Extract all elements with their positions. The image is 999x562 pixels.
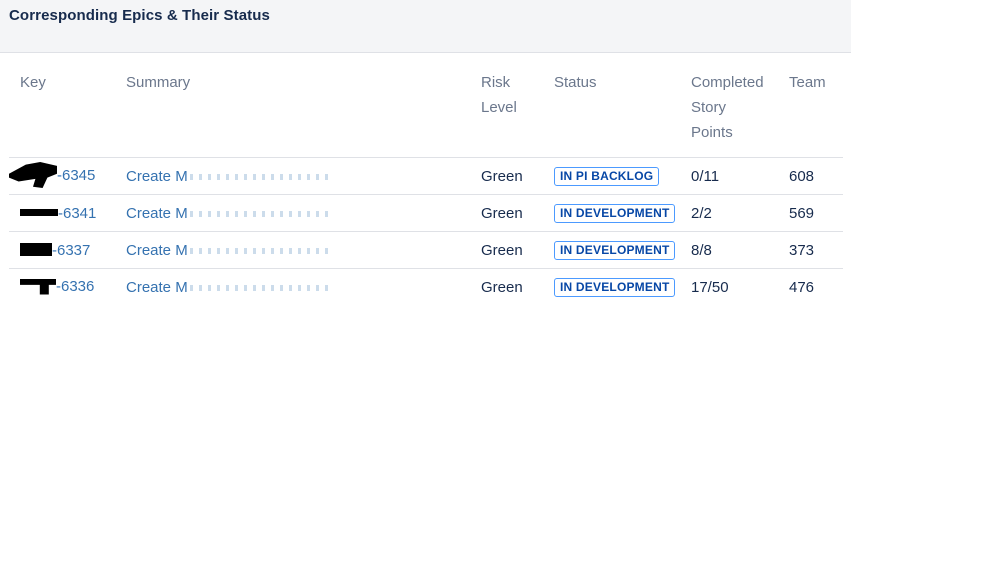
panel-header: Corresponding Epics & Their Status (0, 0, 851, 53)
redacted-key-prefix (20, 243, 52, 257)
team-cell: 569 (789, 194, 843, 232)
key-cell: -6345 (9, 157, 126, 195)
table-header-row: Key Summary Risk Level Status Completed … (9, 54, 843, 158)
epic-summary-link[interactable]: Create M (126, 242, 188, 259)
risk-level-cell: Green (481, 278, 523, 296)
redacted-key-prefix (20, 209, 58, 217)
summary-cell: Create M (126, 194, 481, 232)
status-lozenge: IN DEVELOPMENT (554, 203, 676, 223)
redacted-summary (189, 247, 330, 254)
epic-summary-link[interactable]: Create M (126, 205, 188, 222)
table-row: -6337 Create M Green IN DEVELOPMENT 8/8 … (9, 231, 843, 269)
epic-key-link[interactable]: -6336 (56, 278, 94, 295)
status-cell: IN DEVELOPMENT (554, 269, 691, 306)
column-header-summary[interactable]: Summary (126, 54, 481, 158)
table-row: -6336 Create M Green IN DEVELOPMENT 17/5… (9, 269, 843, 306)
redacted-summary (189, 284, 330, 291)
redacted-key-prefix (9, 162, 57, 188)
team-cell: 608 (789, 157, 843, 195)
epic-summary-link[interactable]: Create M (126, 168, 188, 185)
table-row: -6341 Create M Green IN DEVELOPMENT 2/2 … (9, 194, 843, 232)
status-lozenge: IN DEVELOPMENT (554, 277, 676, 297)
table-row: -6345 Create M Green IN PI BACKLOG 0/11 … (9, 157, 843, 195)
panel-title: Corresponding Epics & Their Status (9, 7, 270, 24)
key-cell: -6336 (9, 269, 126, 306)
status-cell: IN DEVELOPMENT (554, 231, 691, 269)
redacted-key-prefix (20, 278, 56, 295)
redacted-summary (189, 210, 330, 217)
completed-points-cell: 17/50 (691, 278, 729, 296)
status-cell: IN DEVELOPMENT (554, 194, 691, 232)
status-lozenge: IN PI BACKLOG (554, 166, 660, 186)
risk-level-cell: Green (481, 194, 554, 232)
team-cell: 373 (789, 231, 843, 269)
completed-points-cell: 8/8 (691, 231, 789, 269)
status-cell: IN PI BACKLOG (554, 157, 691, 195)
summary-cell: Create M (126, 157, 481, 195)
epics-table: Key Summary Risk Level Status Completed … (9, 54, 843, 305)
epic-key-link[interactable]: -6337 (52, 242, 90, 259)
risk-level-cell: Green (481, 231, 554, 269)
status-lozenge: IN DEVELOPMENT (554, 240, 676, 260)
team-cell: 476 (789, 278, 815, 296)
column-header-completed-story-points[interactable]: Completed Story Points (691, 54, 789, 158)
epic-key-link[interactable]: -6341 (58, 205, 96, 222)
completed-points-cell: 2/2 (691, 194, 789, 232)
epic-key-link[interactable]: -6345 (57, 167, 95, 184)
summary-cell: Create M (126, 231, 481, 269)
column-header-status[interactable]: Status (554, 54, 691, 158)
epics-panel: Corresponding Epics & Their Status Key S… (0, 0, 851, 320)
column-header-key[interactable]: Key (9, 54, 126, 158)
summary-cell: Create M (126, 269, 481, 306)
completed-points-cell: 0/11 (691, 157, 789, 195)
redacted-summary (189, 173, 330, 180)
column-header-risk-level[interactable]: Risk Level (481, 54, 554, 158)
key-cell: -6337 (9, 231, 126, 269)
key-cell: -6341 (9, 194, 126, 232)
risk-level-cell: Green (481, 157, 554, 195)
column-header-team[interactable]: Team (789, 54, 843, 158)
epic-summary-link[interactable]: Create M (126, 279, 188, 296)
